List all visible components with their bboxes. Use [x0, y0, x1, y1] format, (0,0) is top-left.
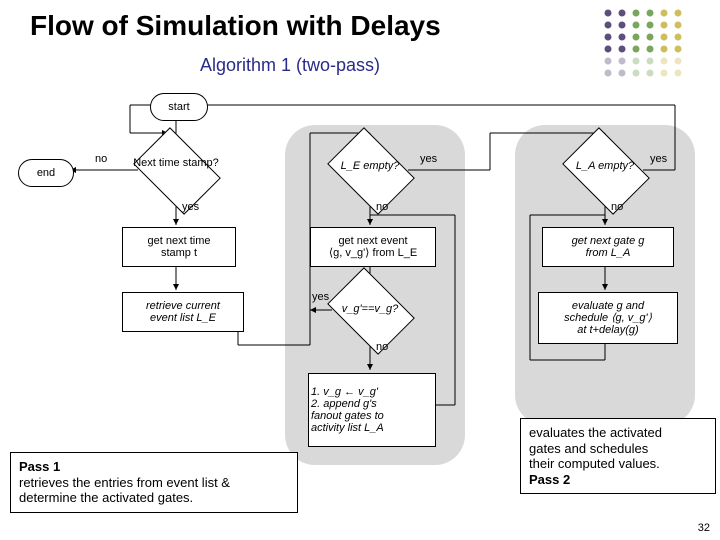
callout-pass2-title: Pass 2 — [529, 472, 570, 487]
corner-dot-grid — [600, 5, 700, 85]
edge-la-yes: yes — [650, 153, 667, 165]
page-number: 32 — [698, 522, 710, 534]
node-start: start — [150, 93, 208, 121]
edge-no-end: no — [95, 153, 107, 165]
node-get-next-ts: get next time stamp t — [122, 227, 236, 267]
callout-pass2-body: evaluates the activated gates and schedu… — [529, 425, 662, 471]
slide-subtitle: Algorithm 1 (two-pass) — [200, 55, 380, 76]
edge-le-no: no — [376, 201, 388, 213]
slide-title: Flow of Simulation with Delays — [30, 10, 441, 42]
node-get-next-gate: get next gate g from L_A — [542, 227, 674, 267]
decision-next-timestamp — [133, 127, 221, 215]
node-end: end — [18, 159, 74, 187]
callout-pass1-body: retrieves the entries from event list & … — [19, 475, 230, 506]
decision-vg-eq-label: v_g'==v_g? — [325, 303, 415, 315]
decision-le-empty-label: L_E empty? — [325, 160, 415, 172]
callout-pass1: Pass 1 retrieves the entries from event … — [10, 452, 298, 513]
edge-la-no: no — [611, 201, 623, 213]
callout-pass1-title: Pass 1 — [19, 459, 60, 474]
node-retrieve-list: retrieve current event list L_E — [122, 292, 244, 332]
callout-pass2: evaluates the activated gates and schedu… — [520, 418, 716, 494]
node-get-next-event: get next event ⟨g, v_g'⟩ from L_E — [310, 227, 436, 267]
edge-vg-yes: yes — [312, 291, 329, 303]
node-steps: 1. v_g ← v_g' 2. append g's fanout gates… — [308, 373, 436, 447]
decision-la-empty-label: L_A empty? — [560, 160, 650, 172]
edge-le-yes: yes — [420, 153, 437, 165]
edge-vg-no: no — [376, 341, 388, 353]
node-evaluate-schedule: evaluate g and schedule ⟨g, v_g'⟩ at t+d… — [538, 292, 678, 344]
decision-next-timestamp-label: Next time stamp? — [131, 157, 221, 169]
edge-yes-getnext: yes — [182, 201, 199, 213]
